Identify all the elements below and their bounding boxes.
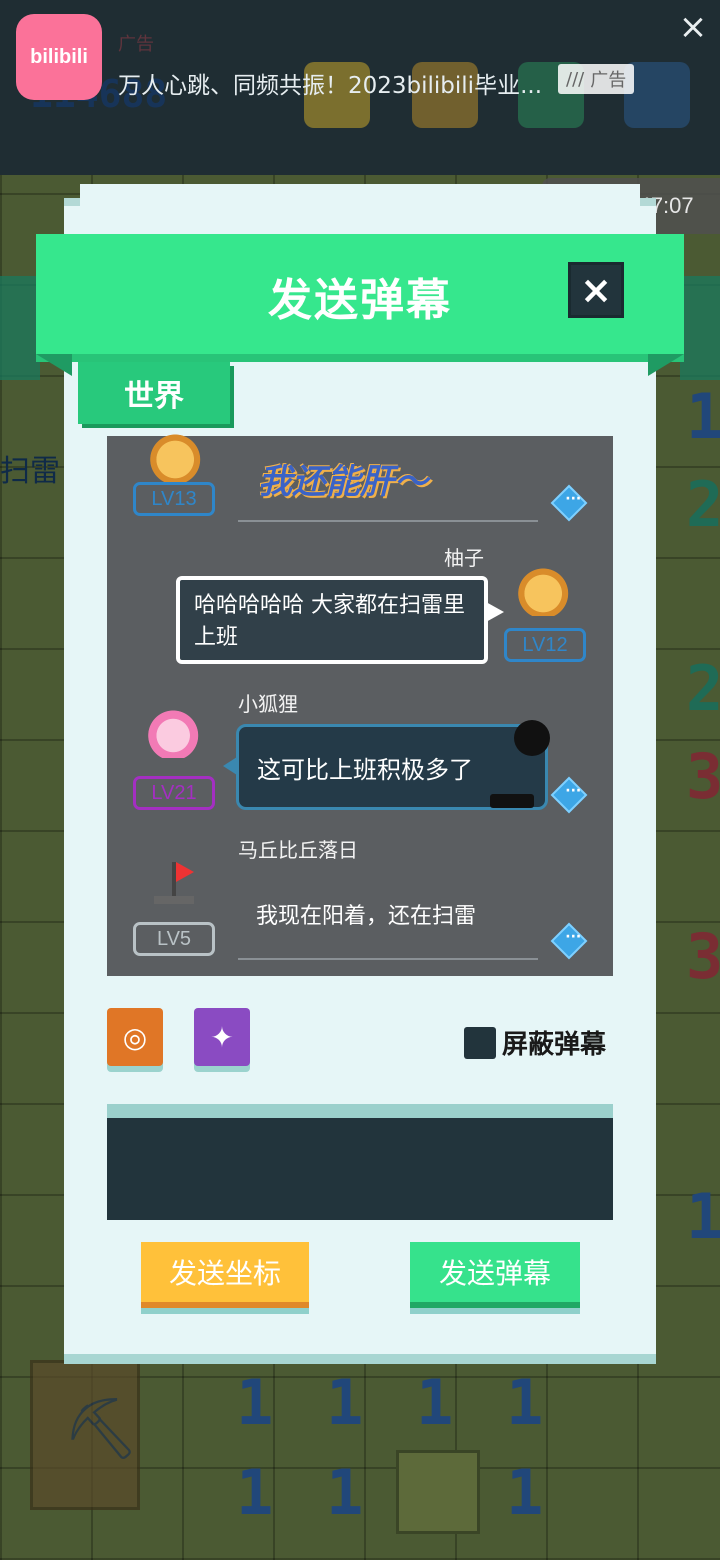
- board-tile: [396, 1450, 480, 1534]
- checkbox-icon[interactable]: [464, 1026, 496, 1059]
- cell-number: 1: [326, 1456, 364, 1529]
- chat-panel[interactable]: [107, 436, 613, 976]
- chat-message-text: 我还能肝～: [258, 462, 428, 502]
- flag-cloth: [176, 862, 194, 882]
- cell-number: 1: [686, 1180, 720, 1253]
- ad-badge-label: 广告: [590, 70, 627, 91]
- cell-number: 1: [236, 1366, 274, 1439]
- ad-faded-label: 广告: [118, 34, 154, 55]
- flag-icon: [154, 896, 194, 904]
- avatar: [150, 432, 206, 482]
- cell-number: 3: [686, 740, 720, 813]
- username: 马丘比丘落日: [238, 838, 358, 862]
- level-badge: LV21: [133, 776, 215, 810]
- avatar: [148, 708, 204, 758]
- cell-number: 2: [686, 652, 720, 725]
- cell-number: 1: [236, 1456, 274, 1529]
- danmaku-input-container: [107, 1104, 613, 1220]
- avatar: [518, 566, 574, 616]
- shovel-tool-icon: ⛏: [30, 1360, 140, 1510]
- cell-number: 1: [686, 380, 720, 453]
- ribbon-right: [680, 276, 720, 380]
- bubble-style-icon[interactable]: ◎: [107, 1008, 163, 1066]
- cell-number: 2: [686, 468, 720, 541]
- bilibili-logo-icon[interactable]: bilibili: [16, 14, 102, 100]
- level-badge: LV5: [133, 922, 215, 956]
- send-danmaku-button[interactable]: 发送弹幕: [410, 1242, 580, 1302]
- effect-wand-icon[interactable]: ✦: [194, 1008, 250, 1066]
- cell-number: 1: [416, 1366, 454, 1439]
- message-divider: [238, 958, 538, 960]
- level-badge: LV13: [133, 482, 215, 516]
- dialog-close-button[interactable]: ×: [568, 262, 624, 318]
- mute-danmaku-toggle[interactable]: 屏蔽弹幕: [464, 1024, 606, 1061]
- chat-message-text: 我现在阳着，还在扫雷: [256, 904, 477, 929]
- mine-icon: [514, 720, 550, 756]
- username: 小狐狸: [238, 692, 298, 716]
- mute-danmaku-label: 屏蔽弹幕: [502, 1030, 607, 1060]
- danmaku-input[interactable]: [121, 1126, 599, 1210]
- cell-number: 1: [506, 1366, 544, 1439]
- side-label: 扫雷: [0, 454, 60, 489]
- level-badge: LV12: [504, 628, 586, 662]
- ad-close-icon[interactable]: ×: [676, 10, 710, 44]
- cell-number: 1: [326, 1366, 364, 1439]
- ad-text[interactable]: 万人心跳、同频共振！2023bilibili毕业...: [118, 66, 548, 100]
- ad-badge: /// 广告: [558, 64, 635, 94]
- chat-bubble: 哈哈哈哈哈 大家都在扫雷里上班: [176, 576, 504, 664]
- tab-world[interactable]: 世界: [78, 362, 230, 424]
- username: 柚子: [444, 546, 484, 570]
- cell-number: 3: [686, 920, 720, 993]
- logo-text: bilibili: [30, 45, 88, 68]
- dialog-header: 发送弹幕 ×: [36, 234, 684, 376]
- cell-number: 1: [506, 1456, 544, 1529]
- sunglasses-icon: [490, 794, 534, 808]
- ad-badge-icon: ///: [566, 68, 585, 90]
- message-divider: [238, 520, 538, 522]
- send-coordinate-button[interactable]: 发送坐标: [141, 1242, 309, 1302]
- ribbon-left: [0, 276, 40, 380]
